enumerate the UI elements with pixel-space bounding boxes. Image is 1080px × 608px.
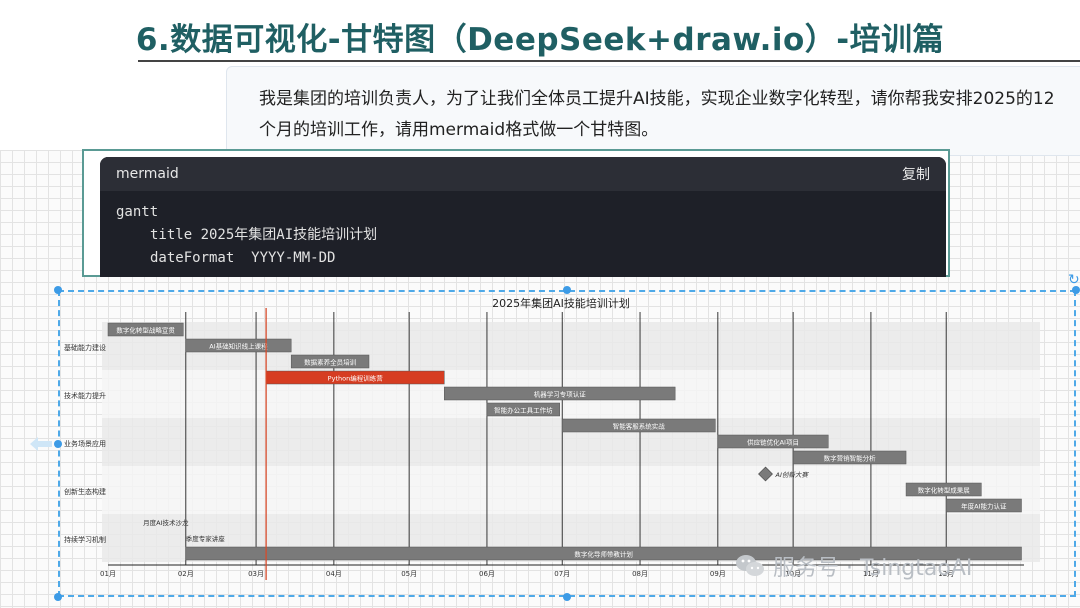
wechat-icon <box>736 555 764 576</box>
slide-title: 6.数据可视化-甘特图（DeepSeek+draw.io）-培训篇 <box>135 22 945 58</box>
resize-handle-n[interactable] <box>563 286 571 294</box>
prompt-card: 我是集团的培训负责人，为了让我们全体员工提升AI技能，实现企业数字化转型，请你帮… <box>226 66 1080 156</box>
code-block: mermaid 复制 gantt title 2025年集团AI技能培训计划 dat… <box>100 157 946 277</box>
code-block-frame: mermaid 复制 gantt title 2025年集团AI技能培训计划 dat… <box>82 149 950 277</box>
code-line: gantt <box>116 204 159 220</box>
code-language-label: mermaid <box>116 166 179 182</box>
watermark-text: 服务号 · TsingtaoAI <box>773 556 973 581</box>
code-line: dateFormat YYYY-MM-DD <box>150 250 336 266</box>
code-block-header: mermaid 复制 <box>100 157 946 191</box>
prompt-text: 我是集团的培训负责人，为了让我们全体员工提升AI技能，实现企业数字化转型，请你帮… <box>259 89 1055 140</box>
resize-handle-w[interactable] <box>54 440 62 448</box>
connect-arrow-icon[interactable] <box>30 437 52 451</box>
copy-button[interactable]: 复制 <box>902 164 930 184</box>
title-divider <box>138 60 1080 62</box>
rotate-handle-icon[interactable]: ↻ <box>1068 272 1080 288</box>
code-body: gantt title 2025年集团AI技能培训计划 dateFormat YYY… <box>100 191 946 270</box>
resize-handle-nw[interactable] <box>54 286 62 294</box>
resize-handle-sw[interactable] <box>54 593 62 601</box>
resize-handle-s[interactable] <box>563 593 571 601</box>
watermark: 服务号 · TsingtaoAI <box>735 550 972 582</box>
code-line: title 2025年集团AI技能培训计划 <box>150 227 378 243</box>
